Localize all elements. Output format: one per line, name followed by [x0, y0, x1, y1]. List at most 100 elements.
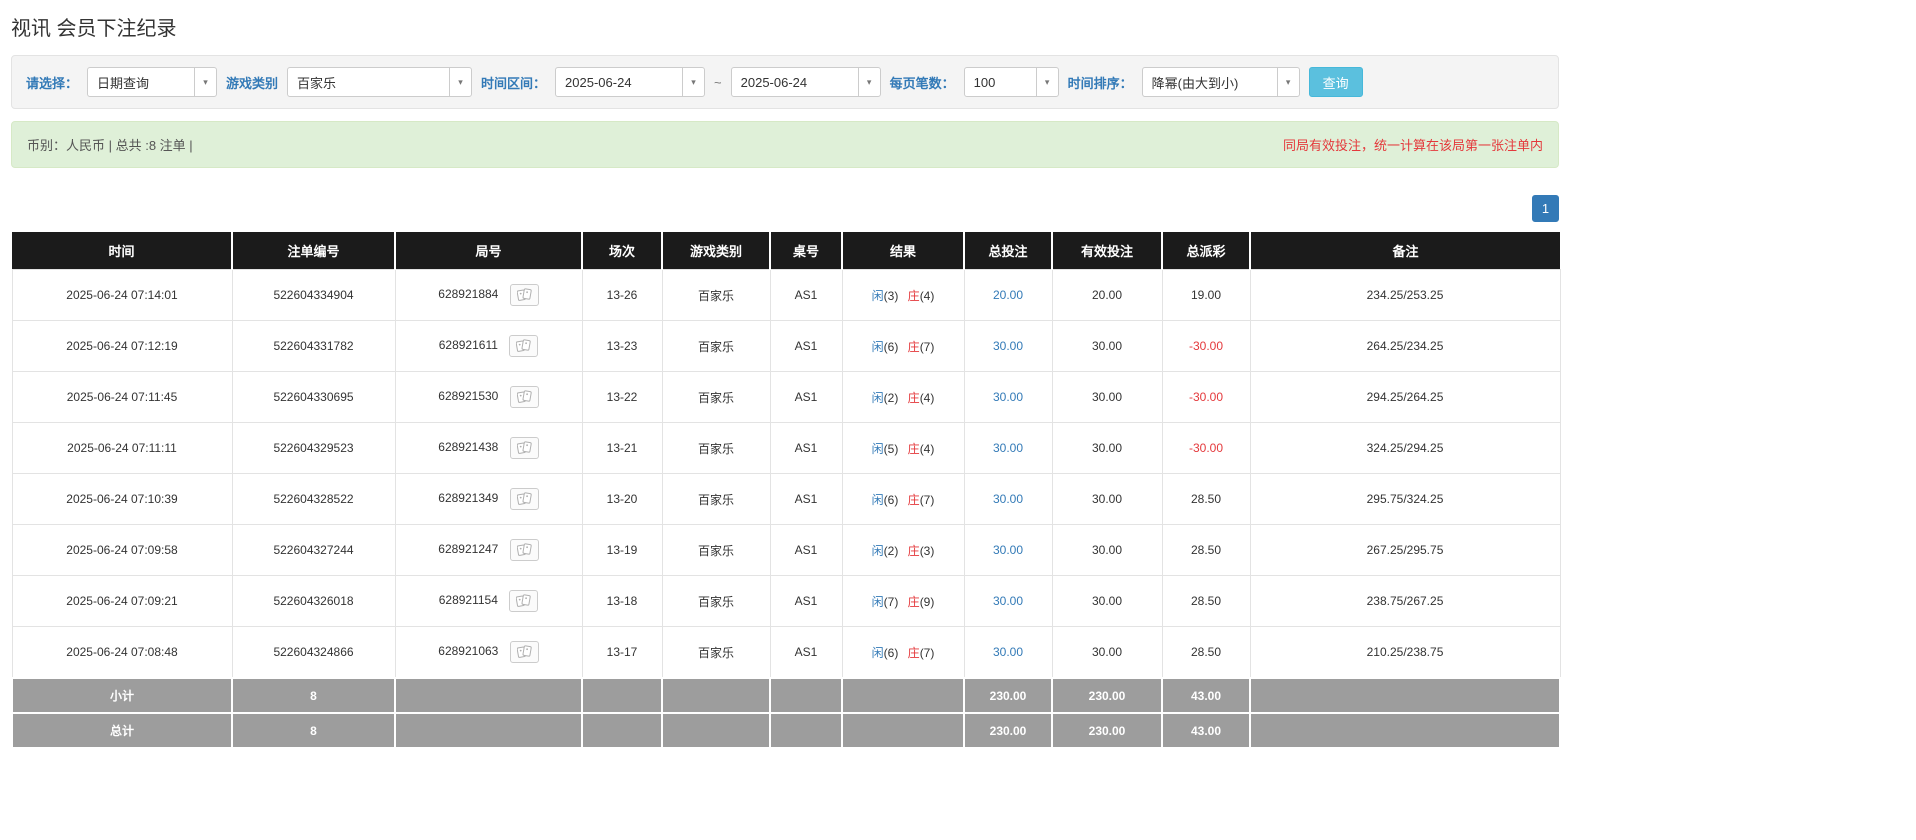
- cell-table-no: AS1: [769, 269, 843, 321]
- cell-payout: 19.00: [1161, 269, 1251, 321]
- cell-session: 13-17: [581, 626, 663, 679]
- column-header: 局号: [395, 232, 583, 270]
- cards-icon: [516, 288, 532, 301]
- cell-total-bet: 30.00: [963, 422, 1053, 474]
- view-result-button[interactable]: [509, 488, 539, 510]
- result-banker-score: (7): [919, 492, 935, 507]
- chevron-down-icon: ▾: [449, 68, 471, 96]
- total-bet-link[interactable]: 20.00: [993, 288, 1023, 302]
- cell-bet-id: 522604334904: [231, 269, 396, 321]
- cell-result: 闲(2) 庄(4): [841, 371, 965, 423]
- cards-icon: [516, 645, 532, 658]
- cell-payout: -30.00: [1161, 422, 1251, 474]
- footer-cell: 230.00: [1051, 677, 1163, 713]
- round-id-text: 628921063: [438, 644, 499, 659]
- pagination: 1: [11, 195, 1559, 222]
- round-id-text: 628921611: [438, 338, 498, 353]
- view-result-button[interactable]: [509, 335, 539, 357]
- cell-table-no: AS1: [769, 371, 843, 423]
- round-id-text: 628921247: [438, 542, 499, 557]
- total-bet-link[interactable]: 30.00: [993, 390, 1023, 404]
- table-row: 2025-06-24 07:11:45 522604330695 6289215…: [11, 371, 1561, 423]
- cell-bet-id: 522604329523: [231, 422, 396, 474]
- table-body: 2025-06-24 07:14:01 522604334904 6289218…: [11, 269, 1561, 747]
- result-player-score: (6): [883, 492, 899, 507]
- query-mode-select[interactable]: 日期查询 ▾: [87, 67, 218, 97]
- cards-icon: [516, 441, 532, 454]
- total-bet-link[interactable]: 30.00: [993, 492, 1023, 506]
- cell-time: 2025-06-24 07:11:45: [11, 371, 233, 423]
- total-bet-link[interactable]: 30.00: [993, 543, 1023, 557]
- round-id-text: 628921530: [438, 389, 499, 404]
- cell-payout: 28.50: [1161, 524, 1251, 576]
- cell-game-type: 百家乐: [661, 626, 771, 679]
- cell-bet-id: 522604326018: [231, 575, 396, 627]
- view-result-button[interactable]: [509, 539, 539, 561]
- view-result-button[interactable]: [509, 284, 539, 306]
- cell-time: 2025-06-24 07:12:19: [11, 320, 233, 372]
- summary-currency-count: 币别：人民币 | 总共 :8 注单 |: [27, 138, 193, 153]
- column-header: 有效投注: [1052, 232, 1163, 270]
- cell-round-id: 628921530: [394, 371, 583, 423]
- total-bet-link[interactable]: 30.00: [993, 645, 1023, 659]
- date-from-select[interactable]: 2025-06-24 ▾: [555, 67, 706, 97]
- view-result-button[interactable]: [509, 641, 539, 663]
- cell-round-id: 628921438: [394, 422, 583, 474]
- cell-total-bet: 30.00: [963, 371, 1053, 423]
- result-player-label: 闲: [871, 492, 884, 507]
- time-range-label: 时间区间：: [481, 75, 547, 91]
- cell-game-type: 百家乐: [661, 422, 771, 474]
- cell-round-id: 628921349: [394, 473, 583, 525]
- result-player-label: 闲: [871, 288, 884, 303]
- cell-result: 闲(6) 庄(7): [841, 320, 965, 372]
- cell-valid-bet: 30.00: [1051, 371, 1163, 423]
- column-header: 总投注: [964, 232, 1053, 270]
- footer-cell: [769, 677, 843, 713]
- result-player-score: (2): [883, 390, 899, 405]
- cell-round-id: 628921611: [394, 320, 583, 372]
- summary-bar: 币别：人民币 | 总共 :8 注单 | 同局有效投注，统一计算在该局第一张注单内: [11, 121, 1559, 168]
- result-player-label: 闲: [871, 543, 884, 558]
- page-button[interactable]: 1: [1532, 195, 1559, 222]
- total-bet-link[interactable]: 30.00: [993, 339, 1023, 353]
- cell-game-type: 百家乐: [661, 320, 771, 372]
- cell-payout: 28.50: [1161, 473, 1251, 525]
- search-button[interactable]: 查询: [1308, 67, 1363, 97]
- table-header-row: 时间 注单编号 局号 场次 游戏类别 桌号 结果 总投注 有效投注 总派彩 备注: [12, 232, 1560, 270]
- cell-note: 295.75/324.25: [1249, 473, 1561, 525]
- footer-cell: [1249, 677, 1561, 713]
- total-bet-link[interactable]: 30.00: [993, 594, 1023, 608]
- result-player-score: (3): [883, 288, 899, 303]
- sort-select[interactable]: 降幂(由大到小) ▾: [1141, 67, 1300, 97]
- cell-note: 324.25/294.25: [1249, 422, 1561, 474]
- cell-time: 2025-06-24 07:09:21: [11, 575, 233, 627]
- view-result-button[interactable]: [509, 590, 539, 612]
- cell-session: 13-23: [581, 320, 663, 372]
- subtotal-row: 小计 8 230.00 230.00 43.00: [11, 677, 1561, 713]
- cards-icon: [516, 390, 532, 403]
- cell-bet-id: 522604331782: [231, 320, 396, 372]
- per-page-select[interactable]: 100 ▾: [963, 67, 1059, 97]
- footer-cell: 小计: [11, 677, 233, 713]
- result-player-score: (6): [883, 339, 899, 354]
- footer-cell: [661, 712, 771, 747]
- view-result-button[interactable]: [509, 437, 539, 459]
- footer-cell: [394, 677, 583, 713]
- cell-round-id: 628921063: [394, 626, 583, 679]
- cell-table-no: AS1: [769, 524, 843, 576]
- cell-total-bet: 20.00: [963, 269, 1053, 321]
- result-banker-label: 庄: [907, 288, 920, 303]
- cell-total-bet: 30.00: [963, 473, 1053, 525]
- view-result-button[interactable]: [509, 386, 539, 408]
- game-type-select[interactable]: 百家乐 ▾: [287, 67, 473, 97]
- column-header: 时间: [12, 232, 233, 270]
- total-bet-link[interactable]: 30.00: [993, 441, 1023, 455]
- cell-time: 2025-06-24 07:09:58: [11, 524, 233, 576]
- total-row: 总计 8 230.00 230.00 43.00: [11, 712, 1561, 747]
- cell-round-id: 628921154: [394, 575, 583, 627]
- date-to-select[interactable]: 2025-06-24 ▾: [730, 67, 881, 97]
- column-header: 总派彩: [1162, 232, 1251, 270]
- cell-game-type: 百家乐: [661, 269, 771, 321]
- round-id-text: 628921438: [438, 440, 499, 455]
- date-to-value: 2025-06-24: [740, 74, 808, 90]
